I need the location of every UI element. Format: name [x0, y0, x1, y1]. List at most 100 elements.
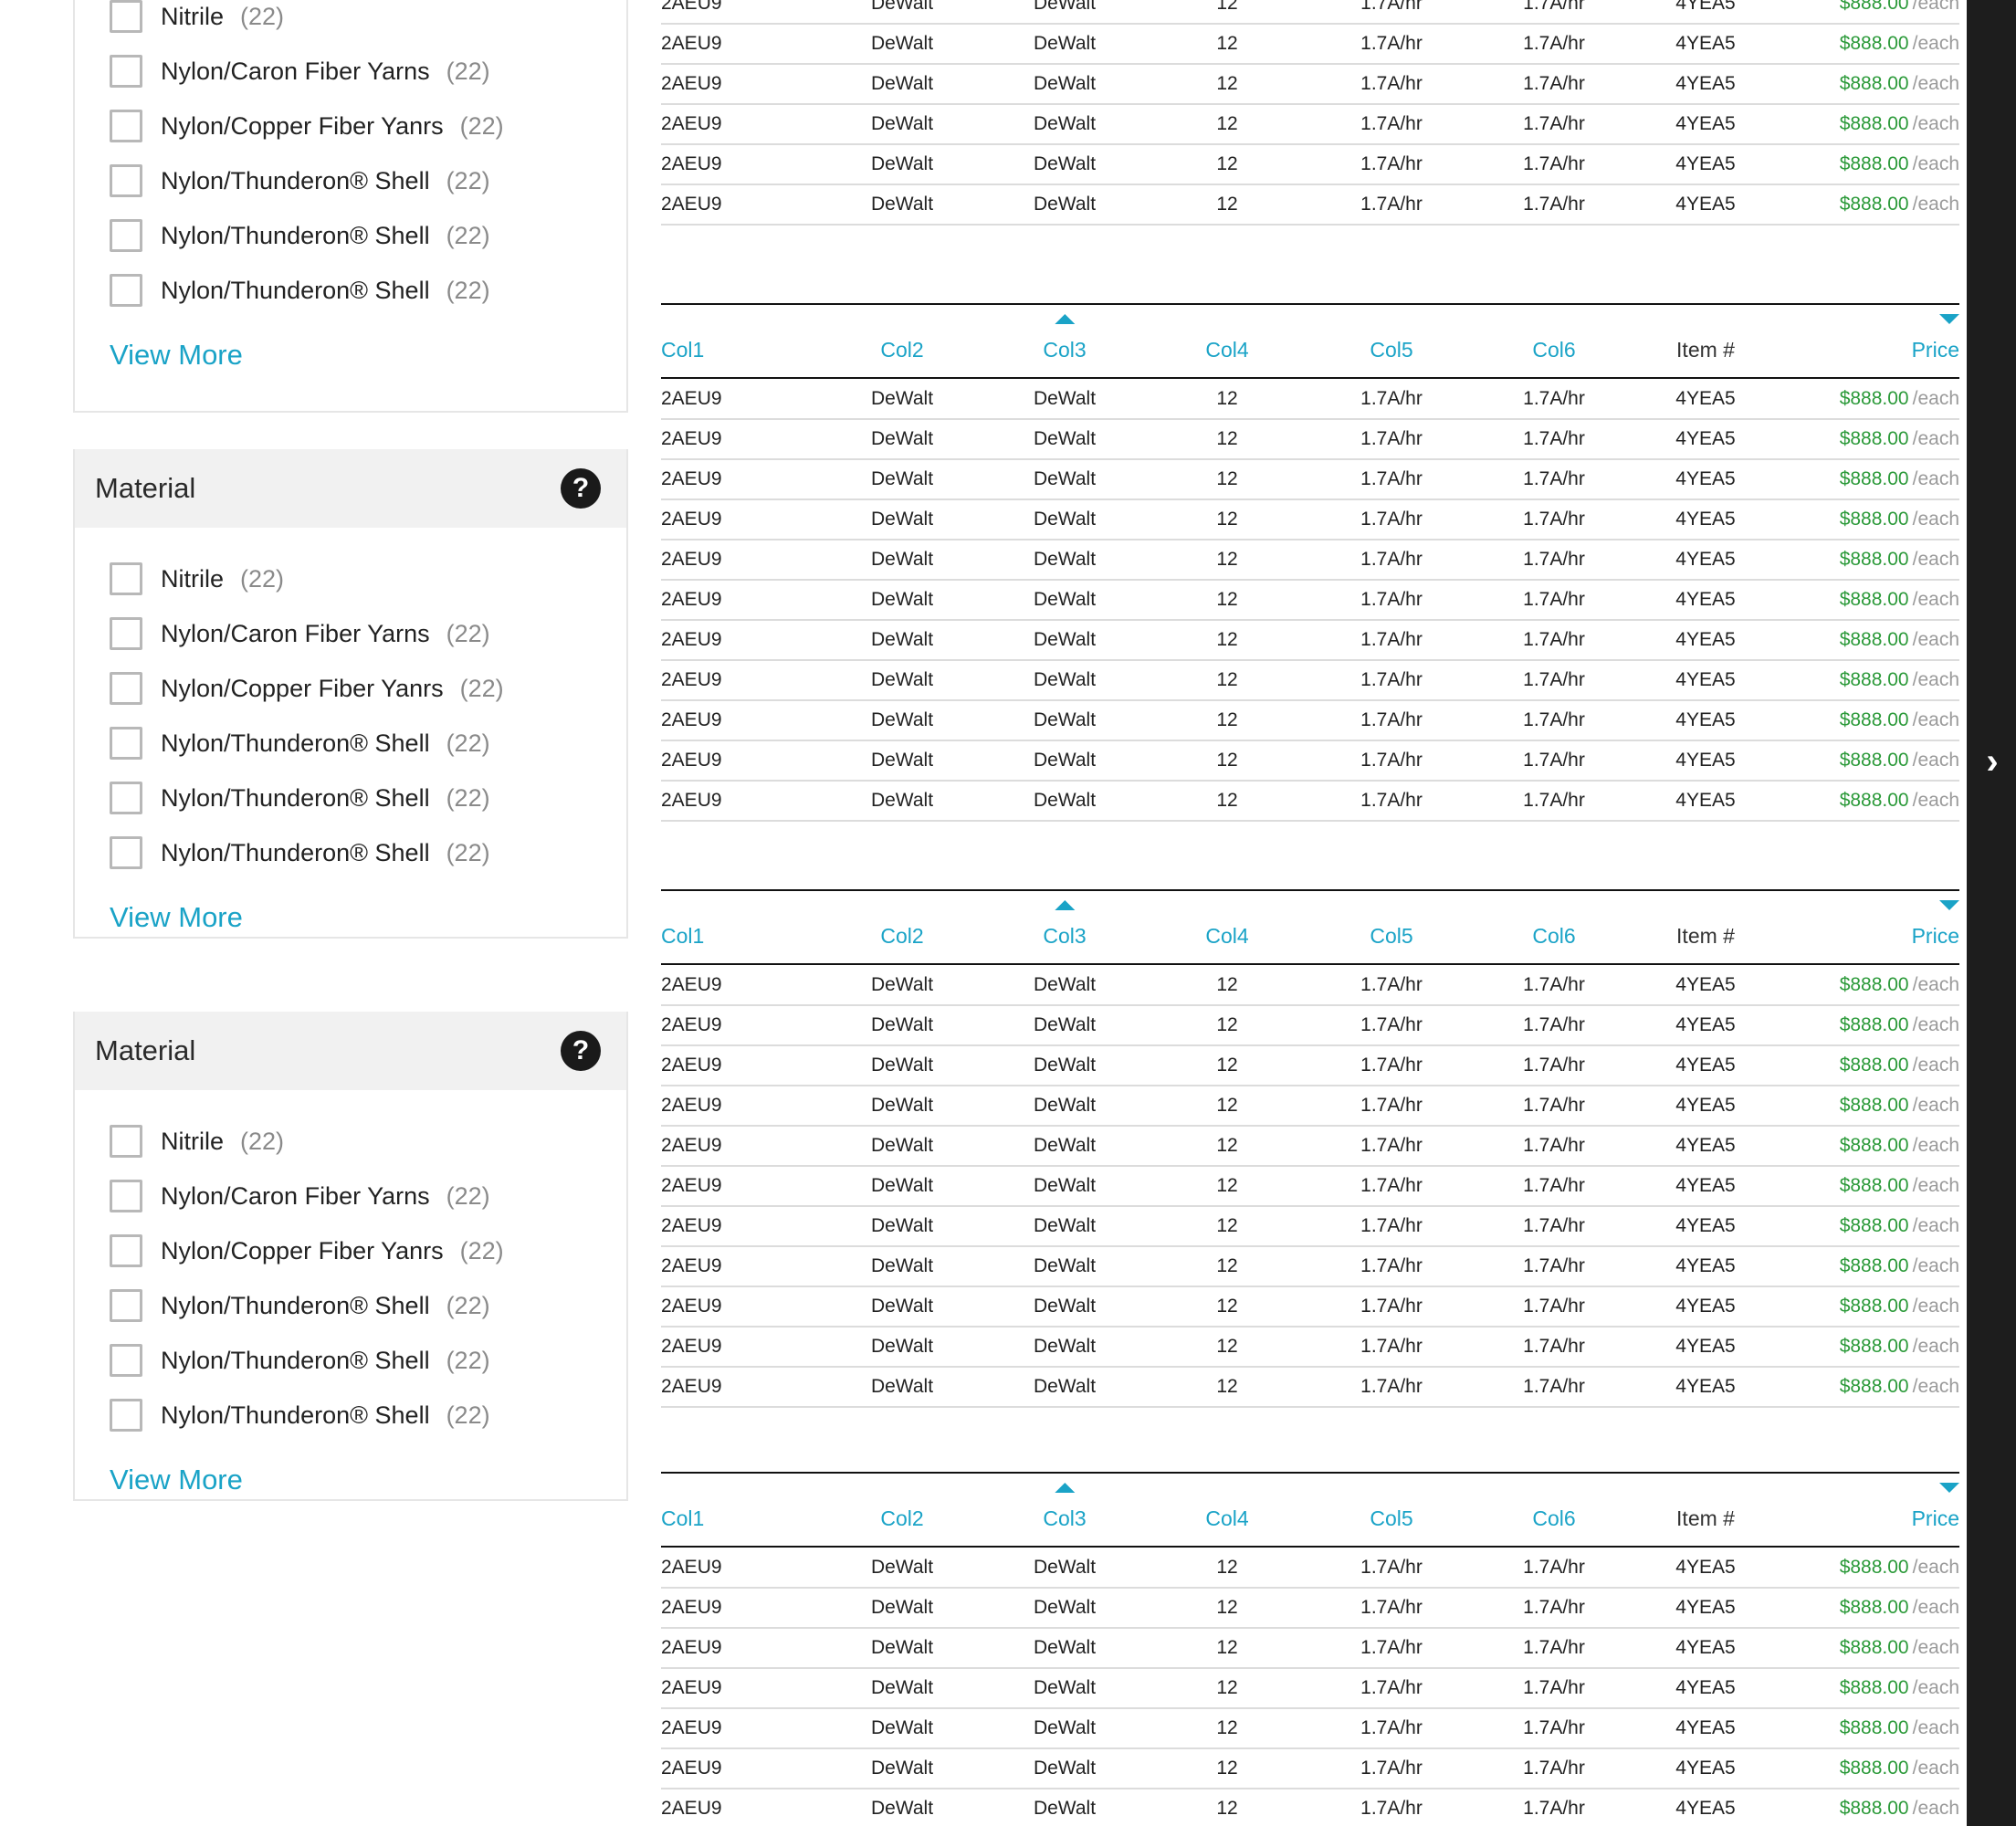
table-row[interactable]: 2AEU9 DeWalt DeWalt 12 1.7A/hr 1.7A/hr 4YEA5 $8…: [661, 782, 1959, 822]
table-row[interactable]: 2AEU9 DeWalt DeWalt 12 1.7A/hr 1.7A/hr 4YEA5 $8…: [661, 1287, 1959, 1328]
column-header-4[interactable]: Col4: [1205, 1474, 1248, 1548]
checkbox[interactable]: [110, 1234, 142, 1267]
table-row[interactable]: 2AEU9 DeWalt DeWalt 12 1.7A/hr 1.7A/hr 4YEA5 $8…: [661, 966, 1959, 1006]
table-row[interactable]: 2AEU9 DeWalt DeWalt 12 1.7A/hr 1.7A/hr 4YEA5 $8…: [661, 581, 1959, 621]
checkbox[interactable]: [110, 1344, 142, 1377]
table-row[interactable]: 2AEU9 DeWalt DeWalt 12 1.7A/hr 1.7A/hr 4YEA5 $8…: [661, 25, 1959, 65]
column-header-3[interactable]: Col3: [1043, 305, 1087, 379]
table-row[interactable]: 2AEU9 DeWalt DeWalt 12 1.7A/hr 1.7A/hr 4YEA5 $8…: [661, 1006, 1959, 1046]
checkbox[interactable]: [110, 164, 142, 197]
facet-header[interactable]: Material ?: [75, 449, 626, 528]
sort-ascending-icon[interactable]: [1055, 1483, 1075, 1493]
facet-option[interactable]: Nylon/Thunderon® Shell (22): [110, 153, 626, 208]
sort-ascending-icon[interactable]: [1055, 900, 1075, 910]
facet-option[interactable]: Nylon/Thunderon® Shell (22): [110, 263, 626, 318]
column-header-8[interactable]: Price: [1912, 305, 1959, 379]
facet-option[interactable]: Nylon/Thunderon® Shell (22): [110, 1333, 626, 1388]
facet-option[interactable]: Nylon/Caron Fiber Yarns (22): [110, 1169, 626, 1223]
sort-descending-icon[interactable]: [1939, 900, 1959, 910]
column-header-2[interactable]: Col2: [880, 305, 923, 379]
table-row[interactable]: 2AEU9 DeWalt DeWalt 12 1.7A/hr 1.7A/hr 4YEA5 $8…: [661, 380, 1959, 420]
column-header-5[interactable]: Col5: [1370, 891, 1412, 965]
column-header-2[interactable]: Col2: [880, 1474, 923, 1548]
table-row[interactable]: 2AEU9 DeWalt DeWalt 12 1.7A/hr 1.7A/hr 4YEA5 $8…: [661, 1629, 1959, 1669]
table-row[interactable]: 2AEU9 DeWalt DeWalt 12 1.7A/hr 1.7A/hr 4YEA5 $8…: [661, 1046, 1959, 1086]
checkbox[interactable]: [110, 672, 142, 705]
sort-descending-icon[interactable]: [1939, 314, 1959, 324]
checkbox[interactable]: [110, 1180, 142, 1212]
checkbox[interactable]: [110, 562, 142, 595]
column-header-8[interactable]: Price: [1912, 891, 1959, 965]
checkbox[interactable]: [110, 1399, 142, 1432]
table-row[interactable]: 2AEU9 DeWalt DeWalt 12 1.7A/hr 1.7A/hr 4YEA5 $8…: [661, 65, 1959, 105]
column-header-3[interactable]: Col3: [1043, 891, 1087, 965]
column-header-6[interactable]: Col6: [1532, 305, 1575, 379]
column-header-8[interactable]: Price: [1912, 1474, 1959, 1548]
facet-option[interactable]: Nylon/Thunderon® Shell (22): [110, 208, 626, 263]
table-row[interactable]: 2AEU9 DeWalt DeWalt 12 1.7A/hr 1.7A/hr 4YEA5 $8…: [661, 1589, 1959, 1629]
table-row[interactable]: 2AEU9 DeWalt DeWalt 12 1.7A/hr 1.7A/hr 4YEA5 $8…: [661, 1247, 1959, 1287]
facet-header[interactable]: Material ?: [75, 1012, 626, 1090]
facet-option[interactable]: Nylon/Thunderon® Shell (22): [110, 716, 626, 771]
facet-option[interactable]: Nitrile (22): [110, 551, 626, 606]
column-header-6[interactable]: Col6: [1532, 891, 1575, 965]
table-row[interactable]: 2AEU9 DeWalt DeWalt 12 1.7A/hr 1.7A/hr 4YEA5 $8…: [661, 1749, 1959, 1789]
sort-descending-icon[interactable]: [1939, 1483, 1959, 1493]
checkbox[interactable]: [110, 219, 142, 252]
facet-option[interactable]: Nylon/Thunderon® Shell (22): [110, 825, 626, 880]
table-row[interactable]: 2AEU9 DeWalt DeWalt 12 1.7A/hr 1.7A/hr 4YEA5 $8…: [661, 661, 1959, 701]
table-row[interactable]: 2AEU9 DeWalt DeWalt 12 1.7A/hr 1.7A/hr 4YEA5 $8…: [661, 185, 1959, 226]
column-header-5[interactable]: Col5: [1370, 305, 1412, 379]
facet-option[interactable]: Nitrile (22): [110, 0, 626, 44]
table-row[interactable]: 2AEU9 DeWalt DeWalt 12 1.7A/hr 1.7A/hr 4YEA5 $8…: [661, 420, 1959, 460]
checkbox[interactable]: [110, 55, 142, 88]
column-header-6[interactable]: Col6: [1532, 1474, 1575, 1548]
column-header-4[interactable]: Col4: [1205, 891, 1248, 965]
column-header-3[interactable]: Col3: [1043, 1474, 1087, 1548]
table-row[interactable]: 2AEU9 DeWalt DeWalt 12 1.7A/hr 1.7A/hr 4YEA5 $8…: [661, 1548, 1959, 1589]
table-row[interactable]: 2AEU9 DeWalt DeWalt 12 1.7A/hr 1.7A/hr 4YEA5 $8…: [661, 1127, 1959, 1167]
view-more-link[interactable]: View More: [110, 895, 626, 940]
table-row[interactable]: 2AEU9 DeWalt DeWalt 12 1.7A/hr 1.7A/hr 4YEA5 $8…: [661, 1207, 1959, 1247]
table-row[interactable]: 2AEU9 DeWalt DeWalt 12 1.7A/hr 1.7A/hr 4YEA5 $8…: [661, 540, 1959, 581]
checkbox[interactable]: [110, 110, 142, 142]
table-row[interactable]: 2AEU9 DeWalt DeWalt 12 1.7A/hr 1.7A/hr 4YEA5 $8…: [661, 741, 1959, 782]
table-row[interactable]: 2AEU9 DeWalt DeWalt 12 1.7A/hr 1.7A/hr 4YEA5 $8…: [661, 105, 1959, 145]
table-row[interactable]: 2AEU9 DeWalt DeWalt 12 1.7A/hr 1.7A/hr 4YEA5 $8…: [661, 621, 1959, 661]
facet-option[interactable]: Nylon/Copper Fiber Yanrs (22): [110, 1223, 626, 1278]
checkbox[interactable]: [110, 1289, 142, 1322]
table-row[interactable]: 2AEU9 DeWalt DeWalt 12 1.7A/hr 1.7A/hr 4YEA5 $8…: [661, 500, 1959, 540]
table-row[interactable]: 2AEU9 DeWalt DeWalt 12 1.7A/hr 1.7A/hr 4YEA5 $8…: [661, 1669, 1959, 1709]
help-icon[interactable]: ?: [561, 1031, 601, 1071]
view-more-link[interactable]: View More: [110, 1457, 626, 1503]
checkbox[interactable]: [110, 0, 142, 33]
column-header-1[interactable]: Col1: [661, 891, 704, 965]
facet-option[interactable]: Nylon/Caron Fiber Yarns (22): [110, 606, 626, 661]
facet-option[interactable]: Nylon/Thunderon® Shell (22): [110, 771, 626, 825]
table-row[interactable]: 2AEU9 DeWalt DeWalt 12 1.7A/hr 1.7A/hr 4YEA5 $8…: [661, 701, 1959, 741]
table-row[interactable]: 2AEU9 DeWalt DeWalt 12 1.7A/hr 1.7A/hr 4YEA5 $8…: [661, 1167, 1959, 1207]
table-row[interactable]: 2AEU9 DeWalt DeWalt 12 1.7A/hr 1.7A/hr 4YEA5 $8…: [661, 1709, 1959, 1749]
column-header-5[interactable]: Col5: [1370, 1474, 1412, 1548]
checkbox[interactable]: [110, 617, 142, 650]
chevron-right-icon[interactable]: ›: [1976, 741, 2009, 782]
table-row[interactable]: 2AEU9 DeWalt DeWalt 12 1.7A/hr 1.7A/hr 4YEA5 $8…: [661, 1328, 1959, 1368]
table-row[interactable]: 2AEU9 DeWalt DeWalt 12 1.7A/hr 1.7A/hr 4YEA5 $8…: [661, 1086, 1959, 1127]
facet-option[interactable]: Nylon/Copper Fiber Yanrs (22): [110, 99, 626, 153]
checkbox[interactable]: [110, 727, 142, 760]
column-header-1[interactable]: Col1: [661, 1474, 704, 1548]
view-more-link[interactable]: View More: [110, 332, 626, 378]
help-icon[interactable]: ?: [561, 468, 601, 509]
table-row[interactable]: 2AEU9 DeWalt DeWalt 12 1.7A/hr 1.7A/hr 4YEA5 $8…: [661, 1368, 1959, 1408]
facet-option[interactable]: Nylon/Thunderon® Shell (22): [110, 1388, 626, 1443]
sort-ascending-icon[interactable]: [1055, 314, 1075, 324]
table-row[interactable]: 2AEU9 DeWalt DeWalt 12 1.7A/hr 1.7A/hr 4YEA5 $8…: [661, 145, 1959, 185]
facet-option[interactable]: Nylon/Copper Fiber Yanrs (22): [110, 661, 626, 716]
table-row[interactable]: 2AEU9 DeWalt DeWalt 12 1.7A/hr 1.7A/hr 4YEA5 $8…: [661, 0, 1959, 25]
column-header-2[interactable]: Col2: [880, 891, 923, 965]
checkbox[interactable]: [110, 782, 142, 814]
checkbox[interactable]: [110, 274, 142, 307]
facet-option[interactable]: Nylon/Thunderon® Shell (22): [110, 1278, 626, 1333]
column-header-1[interactable]: Col1: [661, 305, 704, 379]
table-row[interactable]: 2AEU9 DeWalt DeWalt 12 1.7A/hr 1.7A/hr 4YEA5 $8…: [661, 460, 1959, 500]
